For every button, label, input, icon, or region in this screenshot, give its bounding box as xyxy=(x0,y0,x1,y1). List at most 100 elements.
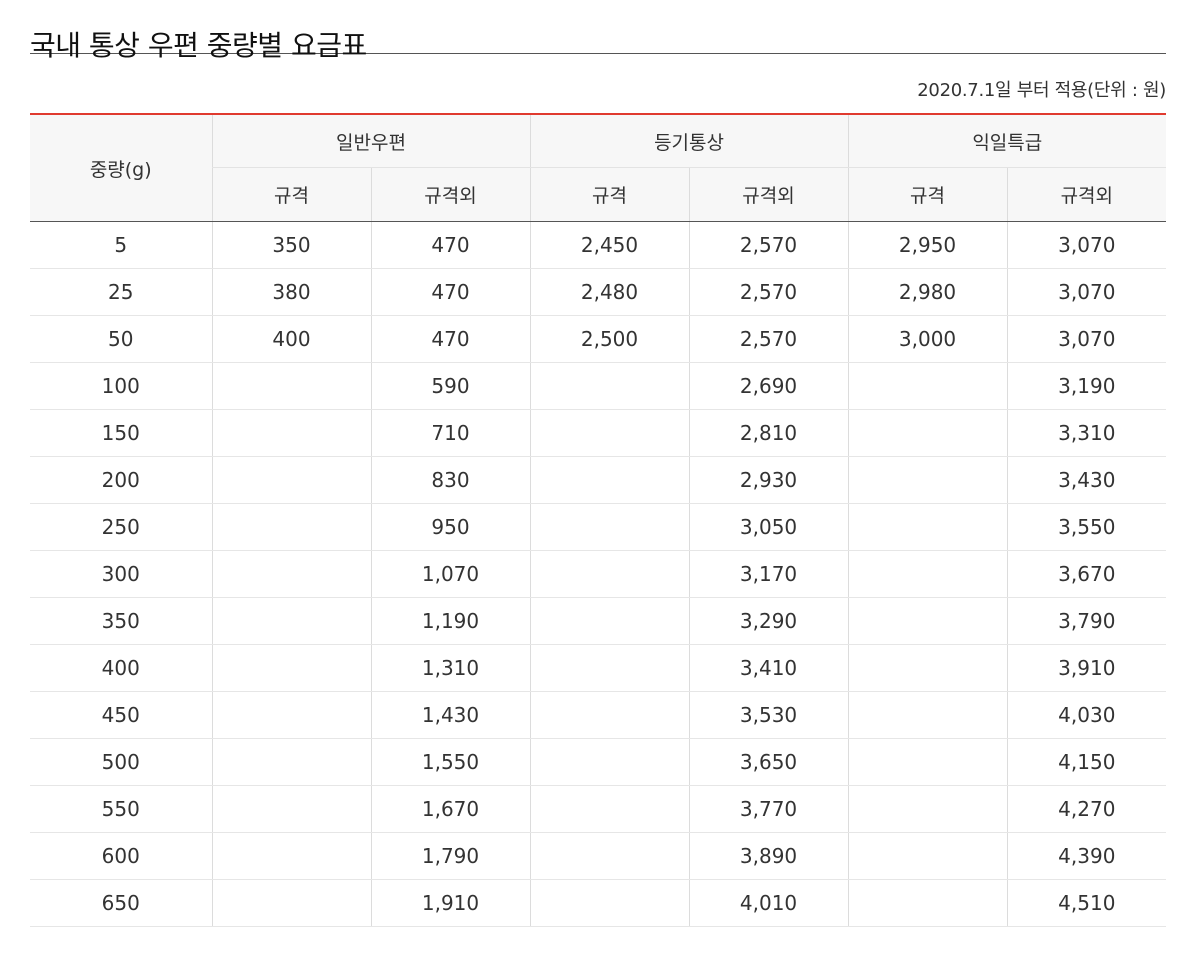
regular-standard-cell xyxy=(211,362,371,410)
table-row: 300 1,070 3,170 3,670 xyxy=(30,550,1167,598)
regular-standard-cell xyxy=(211,879,371,927)
table-row: 600 1,790 3,890 4,390 xyxy=(30,832,1167,880)
registered-standard-cell xyxy=(529,644,690,692)
weight-cell: 150 xyxy=(30,409,212,457)
note-row: 2020.7.1일 부터 적용(단위 : 원) xyxy=(30,54,1166,113)
subheader-nonstandard: 규격외 xyxy=(688,167,849,222)
table-row: 50 400 470 2,500 2,570 3,000 3,070 xyxy=(30,315,1167,363)
registered-nonstandard-cell: 4,010 xyxy=(688,879,849,927)
table-row: 350 1,190 3,290 3,790 xyxy=(30,597,1167,645)
express-nonstandard-cell: 3,070 xyxy=(1006,268,1167,316)
registered-nonstandard-cell: 3,650 xyxy=(688,738,849,786)
subheader-standard: 규격 xyxy=(529,167,690,222)
weight-cell: 650 xyxy=(30,879,212,927)
express-standard-cell xyxy=(847,644,1008,692)
regular-standard-cell: 400 xyxy=(211,315,371,363)
rate-table-body: 5 350 470 2,450 2,570 2,950 3,070 25 380 470 2,480… xyxy=(30,221,1167,927)
regular-standard-cell xyxy=(211,832,371,880)
registered-nonstandard-cell: 2,570 xyxy=(688,315,849,363)
regular-nonstandard-cell: 1,310 xyxy=(370,644,531,692)
registered-standard-cell: 2,500 xyxy=(529,315,690,363)
regular-nonstandard-cell: 1,190 xyxy=(370,597,531,645)
express-nonstandard-cell: 3,430 xyxy=(1006,456,1167,504)
express-standard-cell xyxy=(847,879,1008,927)
registered-nonstandard-cell: 2,570 xyxy=(688,221,849,269)
regular-standard-cell xyxy=(211,456,371,504)
registered-standard-cell xyxy=(529,785,690,833)
page-title: 국내 통상 우편 중량별 요금표 xyxy=(30,0,1166,62)
weight-cell: 550 xyxy=(30,785,212,833)
regular-nonstandard-cell: 1,670 xyxy=(370,785,531,833)
rate-table-header: 중량(g) 일반우편 등기통상 익일특급 규격 규격외 규격 규격외 규격 규격… xyxy=(30,114,1167,222)
express-nonstandard-cell: 3,670 xyxy=(1006,550,1167,598)
express-nonstandard-cell: 3,070 xyxy=(1006,221,1167,269)
express-nonstandard-cell: 3,310 xyxy=(1006,409,1167,457)
group-header-next-day-express: 익일특급 xyxy=(847,114,1167,168)
express-standard-cell xyxy=(847,785,1008,833)
weight-cell: 5 xyxy=(30,221,212,269)
express-nonstandard-cell: 4,270 xyxy=(1006,785,1167,833)
registered-nonstandard-cell: 3,410 xyxy=(688,644,849,692)
registered-nonstandard-cell: 3,530 xyxy=(688,691,849,739)
table-row: 500 1,550 3,650 4,150 xyxy=(30,738,1167,786)
registered-standard-cell xyxy=(529,832,690,880)
regular-standard-cell xyxy=(211,691,371,739)
regular-standard-cell xyxy=(211,644,371,692)
table-row: 250 950 3,050 3,550 xyxy=(30,503,1167,551)
regular-nonstandard-cell: 1,910 xyxy=(370,879,531,927)
weight-cell: 200 xyxy=(30,456,212,504)
regular-standard-cell xyxy=(211,597,371,645)
table-row: 100 590 2,690 3,190 xyxy=(30,362,1167,410)
rate-table: 중량(g) 일반우편 등기통상 익일특급 규격 규격외 규격 규격외 규격 규격… xyxy=(30,113,1167,927)
registered-nonstandard-cell: 3,170 xyxy=(688,550,849,598)
weight-cell: 350 xyxy=(30,597,212,645)
registered-nonstandard-cell: 2,570 xyxy=(688,268,849,316)
table-row: 200 830 2,930 3,430 xyxy=(30,456,1167,504)
header-row-groups: 중량(g) 일반우편 등기통상 익일특급 xyxy=(30,114,1167,222)
express-nonstandard-cell: 4,510 xyxy=(1006,879,1167,927)
weight-cell: 450 xyxy=(30,691,212,739)
registered-standard-cell xyxy=(529,738,690,786)
subheader-standard: 규격 xyxy=(211,167,371,222)
group-header-regular-mail: 일반우편 xyxy=(211,114,531,168)
regular-nonstandard-cell: 470 xyxy=(370,268,531,316)
table-row: 400 1,310 3,410 3,910 xyxy=(30,644,1167,692)
registered-standard-cell xyxy=(529,409,690,457)
express-nonstandard-cell: 3,070 xyxy=(1006,315,1167,363)
express-nonstandard-cell: 3,550 xyxy=(1006,503,1167,551)
regular-standard-cell: 380 xyxy=(211,268,371,316)
weight-cell: 400 xyxy=(30,644,212,692)
express-standard-cell xyxy=(847,456,1008,504)
registered-standard-cell: 2,450 xyxy=(529,221,690,269)
registered-nonstandard-cell: 3,290 xyxy=(688,597,849,645)
table-row: 5 350 470 2,450 2,570 2,950 3,070 xyxy=(30,221,1167,269)
registered-nonstandard-cell: 2,810 xyxy=(688,409,849,457)
regular-nonstandard-cell: 590 xyxy=(370,362,531,410)
weight-cell: 100 xyxy=(30,362,212,410)
registered-standard-cell xyxy=(529,879,690,927)
express-nonstandard-cell: 4,390 xyxy=(1006,832,1167,880)
regular-nonstandard-cell: 950 xyxy=(370,503,531,551)
registered-nonstandard-cell: 3,050 xyxy=(688,503,849,551)
regular-standard-cell: 350 xyxy=(211,221,371,269)
regular-nonstandard-cell: 1,550 xyxy=(370,738,531,786)
express-nonstandard-cell: 3,190 xyxy=(1006,362,1167,410)
express-nonstandard-cell: 4,030 xyxy=(1006,691,1167,739)
regular-nonstandard-cell: 470 xyxy=(370,221,531,269)
table-row: 650 1,910 4,010 4,510 xyxy=(30,879,1167,927)
express-standard-cell xyxy=(847,362,1008,410)
group-header-registered-mail: 등기통상 xyxy=(529,114,849,168)
table-row: 450 1,430 3,530 4,030 xyxy=(30,691,1167,739)
weight-column-header: 중량(g) xyxy=(30,114,212,222)
express-standard-cell: 2,950 xyxy=(847,221,1008,269)
regular-standard-cell xyxy=(211,738,371,786)
effective-date-note: 2020.7.1일 부터 적용(단위 : 원) xyxy=(917,80,1166,101)
table-row: 150 710 2,810 3,310 xyxy=(30,409,1167,457)
express-standard-cell xyxy=(847,738,1008,786)
express-nonstandard-cell: 4,150 xyxy=(1006,738,1167,786)
express-standard-cell xyxy=(847,832,1008,880)
express-standard-cell xyxy=(847,503,1008,551)
registered-nonstandard-cell: 3,890 xyxy=(688,832,849,880)
registered-standard-cell xyxy=(529,362,690,410)
regular-nonstandard-cell: 470 xyxy=(370,315,531,363)
